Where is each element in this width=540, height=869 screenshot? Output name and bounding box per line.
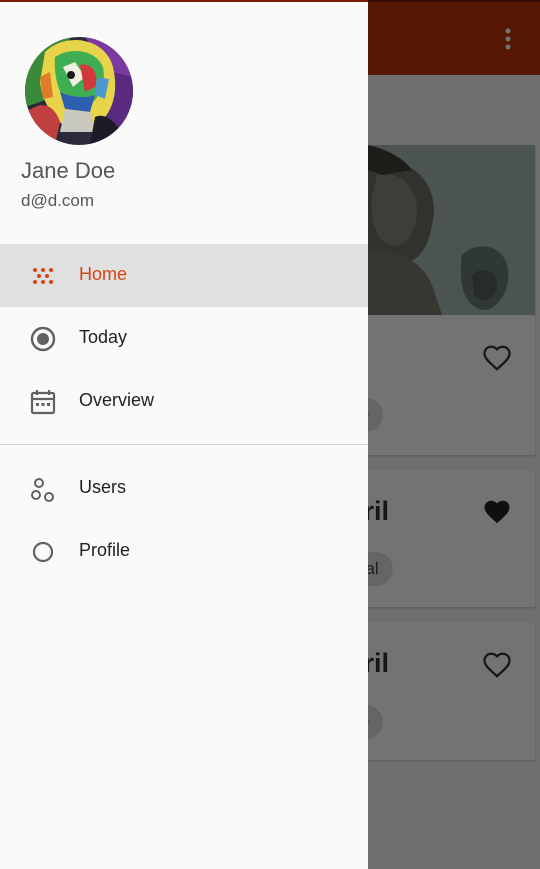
nav-item-users[interactable]: Users <box>0 457 368 520</box>
nav-item-profile[interactable]: Profile <box>0 520 368 583</box>
user-name: Jane Doe <box>21 158 116 183</box>
avatar[interactable] <box>25 37 133 145</box>
drawer-divider <box>0 444 368 445</box>
nav-item-label: Home <box>79 264 128 284</box>
radio-selected-icon <box>30 326 56 352</box>
navigation-drawer: Jane Doe d@d.com Home Today Overview Use… <box>0 0 368 869</box>
nav-item-label: Today <box>79 327 128 347</box>
user-email: d@d.com <box>21 191 95 210</box>
circle-outline-icon <box>32 541 54 563</box>
nav-item-label: Users <box>79 477 127 497</box>
nav-item-overview[interactable]: Overview <box>0 370 368 433</box>
users-circles-icon <box>31 478 54 502</box>
nav-item-label: Profile <box>79 540 131 560</box>
home-dots-icon <box>33 268 53 284</box>
calendar-icon <box>30 390 56 415</box>
nav-item-label: Overview <box>79 390 155 410</box>
nav-item-home[interactable]: Home <box>0 244 368 307</box>
status-bar-edge <box>0 0 368 2</box>
nav-item-today[interactable]: Today <box>0 307 368 370</box>
